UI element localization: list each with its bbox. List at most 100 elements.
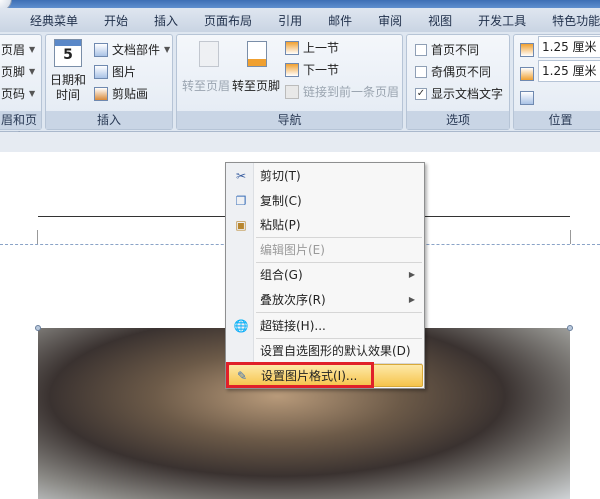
prev-section-label: 上一节 [303, 41, 340, 55]
picture-icon [94, 64, 108, 79]
picture-label: 图片 [112, 65, 137, 79]
next-section-button[interactable]: 下一节 [285, 61, 339, 78]
group-label: 眉和页脚 [0, 111, 41, 145]
dropdown-arrow-icon: ▼ [29, 67, 36, 76]
clipart-button[interactable]: 剪贴画 [94, 85, 148, 102]
insert-align-tab-icon[interactable] [520, 91, 534, 105]
tab-home[interactable]: 开始 [91, 12, 141, 29]
doc-parts-icon [94, 42, 108, 57]
diff-first-label: 首页不同 [431, 43, 480, 57]
submenu-arrow-icon: ▶ [408, 270, 415, 279]
clipart-label: 剪贴画 [112, 87, 149, 101]
submenu-arrow-icon: ▶ [408, 295, 415, 304]
group-navigation: 转至页眉 转至页脚 上一节 下一节 链接到前一条页眉 导航 [176, 34, 403, 130]
menu-item-copy[interactable]: ❐ 复制(C) [228, 189, 423, 212]
dropdown-arrow-icon: ▼ [164, 45, 171, 54]
menu-item-edit-picture[interactable]: 编辑图片(E) [228, 238, 423, 261]
menu-item-hyperlink[interactable]: 🌐 超链接(H)... [228, 314, 423, 337]
checkbox-checked[interactable]: ✓ [415, 87, 427, 100]
menu-label: 超链接(H)... [260, 319, 326, 333]
page-number-label: 页码 [1, 87, 26, 101]
clipart-icon [94, 86, 108, 101]
footer-distance-input[interactable]: 1.25 厘米 [538, 60, 600, 82]
menu-separator [256, 312, 422, 313]
doc-parts-label: 文档部件 [112, 43, 161, 57]
group-label: 导航 [177, 111, 402, 129]
tab-references[interactable]: 引用 [265, 12, 315, 29]
header-button[interactable]: 页眉 ▼ [1, 41, 35, 58]
tab-features[interactable]: 特色功能 [539, 12, 600, 29]
group-header-footer: 页眉▼ 页脚▼ 页码▼ 眉和页脚 [0, 34, 42, 145]
tab-page-layout[interactable]: 页面布局 [191, 12, 265, 29]
menu-item-order[interactable]: 叠放次序(R) ▶ [228, 288, 423, 311]
menu-label: 设置自选图形的默认效果(D) [260, 344, 411, 358]
doc-parts-button[interactable]: 文档部件 ▼ [94, 41, 170, 58]
date-time-button[interactable]: 日期和时间 [50, 73, 86, 103]
copy-icon: ❐ [235, 193, 247, 208]
show-doc-text-label: 显示文档文字 [431, 87, 504, 101]
title-bar [0, 0, 600, 8]
prev-section-button[interactable]: 上一节 [285, 39, 339, 56]
group-options: 首页不同 奇偶页不同 ✓ 显示文档文字 选项 [406, 34, 510, 130]
prev-section-icon [285, 40, 299, 55]
header-distance-input[interactable]: 1.25 厘米 [538, 36, 600, 58]
tab-review[interactable]: 审阅 [365, 12, 415, 29]
checkbox[interactable] [415, 65, 427, 78]
goto-footer-icon [247, 41, 267, 67]
context-menu: ✂ 剪切(T) ❐ 复制(C) ▣ 粘贴(P) 编辑图片(E) 组合(G) ▶ 叠放次序… [225, 162, 425, 389]
diff-first-page-checkbox[interactable]: 首页不同 [415, 41, 479, 58]
next-section-icon [285, 62, 299, 77]
resize-handle[interactable] [35, 325, 41, 331]
tab-classic-menu[interactable]: 经典菜单 [0, 12, 91, 29]
page-number-button[interactable]: 页码 ▼ [1, 85, 35, 102]
group-label: 选项 [407, 111, 509, 129]
header-label: 页眉 [1, 43, 26, 57]
menu-item-set-default-effect[interactable]: 设置自选图形的默认效果(D) [228, 339, 423, 362]
margin-mark [570, 230, 571, 244]
goto-footer-button[interactable]: 转至页脚 [232, 77, 280, 94]
header-position-icon [520, 43, 534, 57]
menu-label: 粘贴(P) [260, 218, 301, 232]
group-label: 插入 [46, 111, 172, 129]
menu-label: 叠放次序(R) [260, 293, 326, 307]
menu-label: 组合(G) [260, 268, 303, 282]
tab-view[interactable]: 视图 [415, 12, 465, 29]
menu-item-group[interactable]: 组合(G) ▶ [228, 263, 423, 286]
dropdown-arrow-icon: ▼ [29, 89, 36, 98]
menu-label: 剪切(T) [260, 169, 301, 183]
resize-handle[interactable] [567, 325, 573, 331]
footer-label: 页脚 [1, 65, 26, 79]
calendar-icon: 5 [54, 39, 82, 67]
tab-developer[interactable]: 开发工具 [465, 12, 539, 29]
next-section-label: 下一节 [303, 63, 340, 77]
group-insert: 5 日期和时间 文档部件 ▼ 图片 剪贴画 插入 [45, 34, 173, 130]
footer-button[interactable]: 页脚 ▼ [1, 63, 35, 80]
paste-icon: ▣ [235, 217, 247, 232]
diff-odd-even-checkbox[interactable]: 奇偶页不同 [415, 63, 491, 80]
scissors-icon: ✂ [235, 168, 247, 183]
footer-position-icon [520, 67, 534, 81]
menu-item-paste[interactable]: ▣ 粘贴(P) [228, 213, 423, 236]
goto-header-button[interactable]: 转至页眉 [182, 77, 230, 94]
link-previous-label: 链接到前一条页眉 [303, 85, 400, 99]
ribbon-tabs: 经典菜单 开始 插入 页面布局 引用 邮件 审阅 视图 开发工具 特色功能 [0, 8, 600, 32]
diff-odd-even-label: 奇偶页不同 [431, 65, 492, 79]
menu-item-cut[interactable]: ✂ 剪切(T) [228, 164, 423, 187]
menu-label: 编辑图片(E) [260, 243, 325, 257]
link-previous-button[interactable]: 链接到前一条页眉 [285, 83, 399, 100]
highlight-annotation-box [226, 362, 374, 388]
tab-insert[interactable]: 插入 [141, 12, 191, 29]
checkbox[interactable] [415, 43, 427, 56]
dropdown-arrow-icon: ▼ [29, 45, 36, 54]
margin-mark [37, 230, 38, 244]
hyperlink-globe-icon: 🌐 [233, 318, 249, 333]
tab-mailings[interactable]: 邮件 [315, 12, 365, 29]
goto-header-icon [199, 41, 219, 67]
ribbon: 页眉▼ 页脚▼ 页码▼ 眉和页脚 5 日期和时间 文档部件▼ 图片 剪贴画 插入… [0, 32, 600, 145]
show-doc-text-checkbox[interactable]: ✓ 显示文档文字 [415, 85, 503, 102]
link-icon [285, 84, 299, 99]
ruler-area [0, 132, 600, 152]
group-label: 位置 [514, 111, 600, 129]
menu-label: 复制(C) [260, 194, 302, 208]
picture-button[interactable]: 图片 [94, 63, 136, 80]
